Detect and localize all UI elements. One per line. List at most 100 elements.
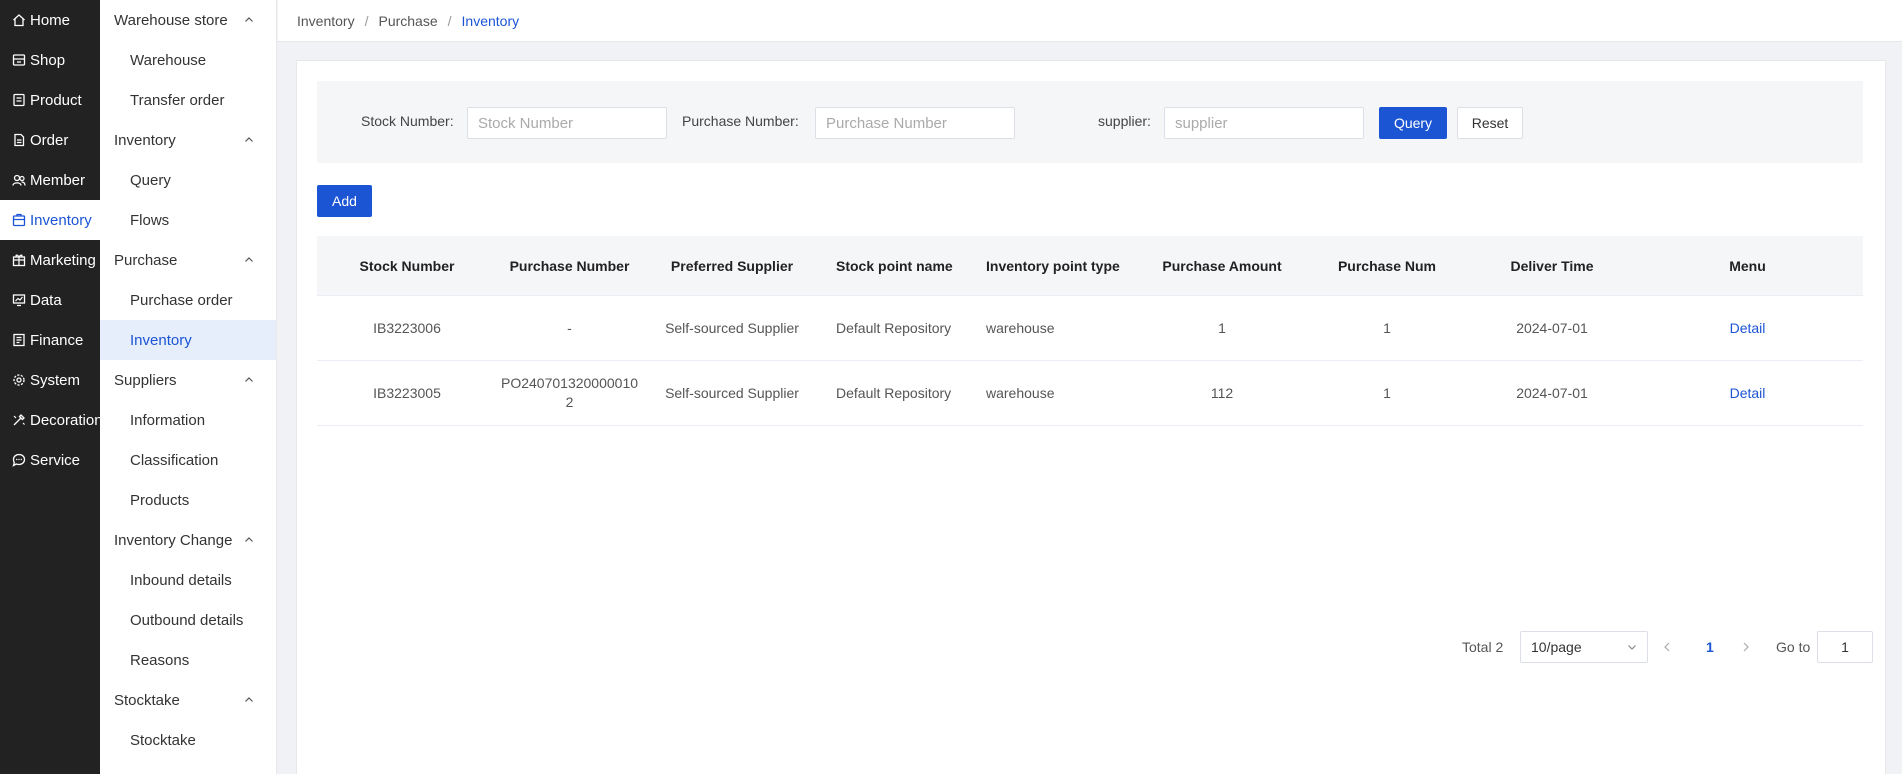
nav-order-label: Order: [30, 131, 69, 149]
cell-num: 1: [1383, 319, 1391, 336]
breadcrumb-purchase[interactable]: Purchase: [378, 13, 437, 29]
col-preferred-supplier: Preferred Supplier: [670, 257, 794, 274]
cell-purchase-number: -: [567, 319, 572, 336]
cell-point-type: warehouse: [986, 384, 1055, 401]
nav-query[interactable]: Query: [100, 160, 276, 200]
detail-link[interactable]: Detail: [1730, 320, 1766, 336]
goto-label: Go to: [1776, 639, 1811, 655]
purchase-number-input[interactable]: [815, 107, 1015, 139]
nav-decoration-label: Decoration: [30, 411, 103, 429]
supplier-input[interactable]: [1164, 107, 1364, 139]
nav-products[interactable]: Products: [100, 480, 276, 520]
nav-flows-label: Flows: [130, 211, 170, 229]
nav-marketing[interactable]: Marketing: [0, 240, 100, 280]
group-inventory[interactable]: Inventory: [100, 120, 276, 160]
table-header: Stock Number Purchase Number Preferred S…: [317, 236, 1863, 296]
filter-panel: Stock Number: Purchase Number: supplier:…: [317, 81, 1863, 163]
nav-outbound-details-label: Outbound details: [130, 611, 244, 629]
chevron-up-icon: [244, 375, 254, 385]
finance-icon: [12, 333, 26, 347]
group-stocktake[interactable]: Stocktake: [100, 680, 276, 720]
inventory-table: Stock Number Purchase Number Preferred S…: [317, 236, 1873, 663]
nav-service[interactable]: Service: [0, 440, 100, 480]
nav-home-label: Home: [30, 11, 71, 29]
nav-flows[interactable]: Flows: [100, 200, 276, 240]
col-purchase-num: Purchase Num: [1337, 257, 1437, 274]
nav-warehouse-label: Warehouse: [130, 51, 207, 69]
cell-supplier: Self-sourced Supplier: [665, 319, 799, 336]
nav-inventory-label: Inventory: [30, 211, 92, 229]
nav-order[interactable]: Order: [0, 120, 100, 160]
nav-system[interactable]: System: [0, 360, 100, 400]
home-icon: [12, 13, 26, 27]
add-button[interactable]: Add: [317, 185, 372, 217]
nav-inbound-details[interactable]: Inbound details: [100, 560, 276, 600]
col-stock-number: Stock Number: [359, 257, 455, 274]
stock-number-input[interactable]: [467, 107, 667, 139]
nav-information-label: Information: [130, 411, 206, 429]
nav-system-label: System: [30, 371, 81, 389]
nav-product-label: Product: [30, 91, 82, 109]
nav-home[interactable]: Home: [0, 0, 100, 40]
page-number[interactable]: 1: [1706, 639, 1714, 655]
col-deliver-time: Deliver Time: [1510, 257, 1594, 274]
chevron-down-icon: [1627, 639, 1637, 655]
cell-stock-number: IB3223005: [373, 384, 441, 401]
col-inventory-point-type: Inventory point type: [986, 257, 1120, 274]
pagination: Total 2 10/page 1 Go to: [317, 631, 1873, 663]
secondary-sidebar: Warehouse store Warehouse Transfer order…: [100, 0, 277, 774]
nav-stocktake[interactable]: Stocktake: [100, 720, 276, 760]
nav-transfer-order[interactable]: Transfer order: [100, 80, 276, 120]
nav-data[interactable]: Data: [0, 280, 100, 320]
nav-service-label: Service: [30, 451, 81, 469]
breadcrumb-inventory[interactable]: Inventory: [297, 13, 355, 29]
nav-purchase-inventory[interactable]: Inventory: [100, 320, 276, 360]
chevron-up-icon: [244, 255, 254, 265]
nav-outbound-details[interactable]: Outbound details: [100, 600, 276, 640]
member-icon: [12, 173, 26, 187]
nav-reasons[interactable]: Reasons: [100, 640, 276, 680]
next-page-icon[interactable]: [1739, 639, 1753, 655]
reset-button[interactable]: Reset: [1457, 107, 1523, 139]
nav-finance-label: Finance: [30, 331, 84, 349]
nav-classification[interactable]: Classification: [100, 440, 276, 480]
decoration-icon: [12, 413, 26, 427]
nav-product[interactable]: Product: [0, 80, 100, 120]
nav-finance[interactable]: Finance: [0, 320, 100, 360]
cell-point-type: warehouse: [986, 319, 1055, 336]
cell-amount: 112: [1210, 384, 1234, 401]
marketing-icon: [12, 253, 26, 267]
query-button[interactable]: Query: [1379, 107, 1447, 139]
chevron-up-icon: [244, 135, 254, 145]
cell-amount: 1: [1218, 319, 1226, 336]
order-icon: [12, 133, 26, 147]
group-suppliers[interactable]: Suppliers: [100, 360, 276, 400]
cell-stock-number: IB3223006: [373, 319, 441, 336]
group-suppliers-label: Suppliers: [114, 371, 177, 389]
nav-inventory[interactable]: Inventory: [0, 200, 100, 240]
prev-page-icon[interactable]: [1660, 639, 1674, 655]
nav-classification-label: Classification: [130, 451, 219, 469]
group-inventory-change[interactable]: Inventory Change: [100, 520, 276, 560]
group-purchase[interactable]: Purchase: [100, 240, 276, 280]
cell-stock-point: Default Repository: [836, 319, 952, 336]
nav-member[interactable]: Member: [0, 160, 100, 200]
breadcrumb-separator: /: [447, 12, 452, 29]
group-warehouse-store[interactable]: Warehouse store: [100, 0, 276, 40]
nav-purchase-order[interactable]: Purchase order: [100, 280, 276, 320]
chevron-up-icon: [244, 535, 254, 545]
nav-decoration[interactable]: Decoration: [0, 400, 103, 440]
shop-icon: [12, 53, 26, 67]
breadcrumb: Inventory / Purchase / Inventory: [278, 0, 1902, 42]
group-warehouse-store-label: Warehouse store: [114, 11, 228, 29]
nav-products-label: Products: [130, 491, 190, 509]
detail-link[interactable]: Detail: [1730, 385, 1766, 401]
nav-information[interactable]: Information: [100, 400, 276, 440]
pagination-total: Total 2: [1462, 639, 1504, 655]
page-size-select[interactable]: 10/page: [1520, 631, 1648, 663]
nav-warehouse[interactable]: Warehouse: [100, 40, 276, 80]
table-row: IB3223006 - Self-sourced Supplier Defaul…: [317, 296, 1863, 361]
goto-input[interactable]: [1817, 631, 1873, 663]
nav-shop[interactable]: Shop: [0, 40, 100, 80]
cell-num: 1: [1383, 384, 1391, 401]
